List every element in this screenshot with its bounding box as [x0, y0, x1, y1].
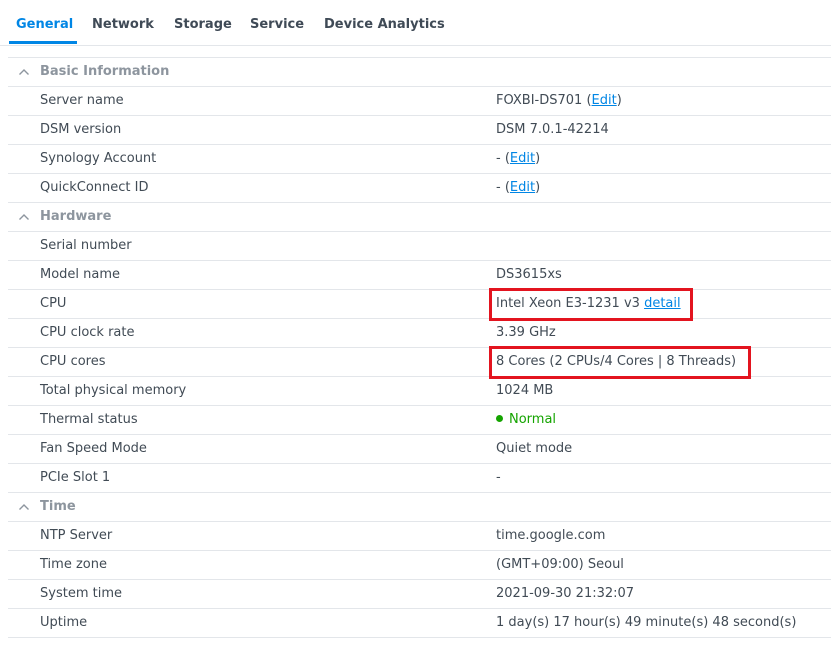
tab-network[interactable]: Network — [92, 17, 154, 32]
row-value: 8 Cores (2 CPUs/4 Cores | 8 Threads) — [496, 354, 737, 369]
info-row-quickconnect-id: QuickConnect ID - (Edit) — [8, 174, 831, 203]
tab-bar: General Network Storage Service Device A… — [0, 0, 831, 46]
info-row-server-name: Server name FOXBI-DS701 (Edit) — [8, 87, 831, 116]
row-label: Synology Account — [40, 151, 157, 166]
info-row-cpu-clock-rate: CPU clock rate 3.39 GHz — [8, 319, 831, 348]
row-value: 1 day(s) 17 hour(s) 49 minute(s) 48 seco… — [496, 615, 797, 630]
row-value: 2021-09-30 21:32:07 — [496, 586, 635, 601]
section-title: Time — [40, 499, 76, 514]
row-value: 3.39 GHz — [496, 325, 556, 340]
edit-synology-account-link[interactable]: Edit — [510, 151, 535, 166]
row-value: - — [496, 470, 501, 485]
row-label: Total physical memory — [40, 383, 187, 398]
section-title: Basic Information — [40, 64, 170, 79]
status-dot-icon — [496, 415, 503, 422]
server-name-value: FOXBI-DS701 — [496, 93, 583, 108]
row-label: DSM version — [40, 122, 122, 137]
row-value: FOXBI-DS701 (Edit) — [496, 93, 622, 108]
info-row-dsm-version: DSM version DSM 7.0.1-42214 — [8, 116, 831, 145]
chevron-up-icon[interactable] — [18, 212, 30, 222]
row-value: 1024 MB — [496, 383, 554, 398]
tab-storage[interactable]: Storage — [174, 17, 232, 32]
quickconnect-id-value: - — [496, 180, 501, 195]
row-label: NTP Server — [40, 528, 113, 543]
tab-service[interactable]: Service — [250, 17, 304, 32]
row-value: (GMT+09:00) Seoul — [496, 557, 624, 572]
row-value: Intel Xeon E3-1231 v3 detail — [496, 296, 681, 311]
edit-quickconnect-id-link[interactable]: Edit — [510, 180, 535, 195]
edit-server-name-link[interactable]: Edit — [592, 93, 617, 108]
info-row-time-zone: Time zone (GMT+09:00) Seoul — [8, 551, 831, 580]
row-label: Model name — [40, 267, 121, 282]
info-row-total-physical-memory: Total physical memory 1024 MB — [8, 377, 831, 406]
info-row-cpu: CPU Intel Xeon E3-1231 v3 detail — [8, 290, 831, 319]
row-value: DSM 7.0.1-42214 — [496, 122, 609, 137]
cpu-value: Intel Xeon E3-1231 v3 — [496, 296, 640, 311]
row-label: Thermal status — [40, 412, 138, 427]
section-header-hardware[interactable]: Hardware — [8, 203, 831, 232]
row-value: - (Edit) — [496, 180, 541, 195]
row-value: Quiet mode — [496, 441, 573, 456]
info-row-system-time: System time 2021-09-30 21:32:07 — [8, 580, 831, 609]
section-title: Hardware — [40, 209, 112, 224]
chevron-up-icon[interactable] — [18, 67, 30, 77]
info-row-serial-number: Serial number — [8, 232, 831, 261]
info-row-pcie-slot-1: PCIe Slot 1 - — [8, 464, 831, 493]
info-row-synology-account: Synology Account - (Edit) — [8, 145, 831, 174]
info-row-thermal-status: Thermal status Normal — [8, 406, 831, 435]
chevron-up-icon[interactable] — [18, 502, 30, 512]
tab-device-analytics[interactable]: Device Analytics — [324, 17, 445, 32]
row-label: Serial number — [40, 238, 132, 253]
tab-general[interactable]: General — [16, 17, 73, 32]
section-header-basic-information[interactable]: Basic Information — [8, 58, 831, 87]
info-row-ntp-server: NTP Server time.google.com — [8, 522, 831, 551]
info-row-uptime: Uptime 1 day(s) 17 hour(s) 49 minute(s) … — [8, 609, 831, 638]
row-value: DS3615xs — [496, 267, 562, 282]
row-label: CPU — [40, 296, 67, 311]
row-value: - (Edit) — [496, 151, 541, 166]
row-label: PCIe Slot 1 — [40, 470, 111, 485]
cpu-detail-link[interactable]: detail — [644, 296, 681, 311]
row-label: Server name — [40, 93, 124, 108]
row-label: QuickConnect ID — [40, 180, 149, 195]
synology-account-value: - — [496, 151, 501, 166]
active-tab-indicator — [9, 41, 77, 44]
row-label: Time zone — [40, 557, 107, 572]
row-label: CPU clock rate — [40, 325, 135, 340]
row-value: Normal — [496, 412, 556, 427]
row-label: System time — [40, 586, 122, 601]
row-value: time.google.com — [496, 528, 606, 543]
info-row-fan-speed-mode: Fan Speed Mode Quiet mode — [8, 435, 831, 464]
info-row-cpu-cores: CPU cores 8 Cores (2 CPUs/4 Cores | 8 Th… — [8, 348, 831, 377]
thermal-status-text: Normal — [509, 412, 557, 427]
row-label: Uptime — [40, 615, 88, 630]
info-table: Basic Information Server name FOXBI-DS70… — [8, 57, 831, 638]
row-label: CPU cores — [40, 354, 106, 369]
row-label: Fan Speed Mode — [40, 441, 147, 456]
section-header-time[interactable]: Time — [8, 493, 831, 522]
info-row-model-name: Model name DS3615xs — [8, 261, 831, 290]
